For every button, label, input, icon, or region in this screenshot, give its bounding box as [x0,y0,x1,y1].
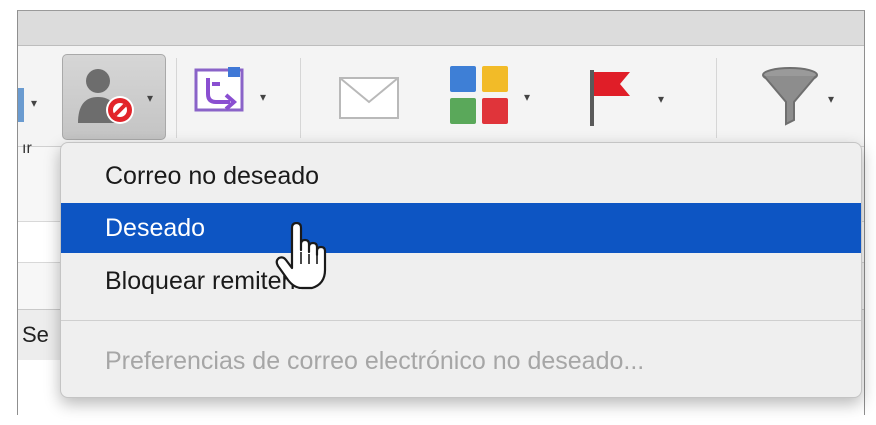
junk-mail-menu: Correo no deseado Deseado Bloquear remit… [60,142,862,398]
flag-button[interactable]: ▾ [586,66,676,136]
ribbon-toolbar: ▾ ır ▾ ▾ ▾ ▾ ▾ [18,46,864,157]
toolbar-divider [300,58,301,138]
menu-item-junk-mail[interactable]: Correo no deseado [61,151,861,201]
filter-button[interactable]: ▾ [760,66,850,136]
move-button[interactable]: ▾ [190,64,280,134]
categorize-button[interactable]: ▾ [448,64,538,134]
chevron-down-icon[interactable]: ▾ [31,96,37,110]
hand-pointer-cursor-icon [274,221,334,297]
junk-mail-button[interactable]: ▾ [62,54,166,140]
envelope-button[interactable] [338,74,400,124]
menu-separator [61,320,861,321]
chevron-down-icon: ▾ [658,92,665,106]
person-block-icon [78,69,134,124]
red-flag-icon [590,70,630,126]
menu-item-junk-preferences: Preferencias de correo electrónico no de… [105,347,645,375]
menu-item-block-sender[interactable]: Bloquear remitente [61,256,861,306]
partial-button-edge [18,88,24,122]
move-folder-icon [194,67,244,112]
title-bar [18,11,864,46]
toolbar-divider [176,58,177,138]
chevron-down-icon: ▾ [524,90,531,104]
menu-item-not-junk[interactable]: Deseado [61,203,861,253]
column-header-partial[interactable]: Se [22,322,49,348]
color-grid-icon [450,66,508,124]
funnel-icon [762,67,818,126]
chevron-down-icon: ▾ [260,90,267,104]
toolbar-divider [716,58,717,138]
envelope-icon [339,77,399,119]
chevron-down-icon: ▾ [828,92,835,106]
partial-toolbar-label: ır [22,140,32,157]
chevron-down-icon: ▾ [147,91,154,105]
